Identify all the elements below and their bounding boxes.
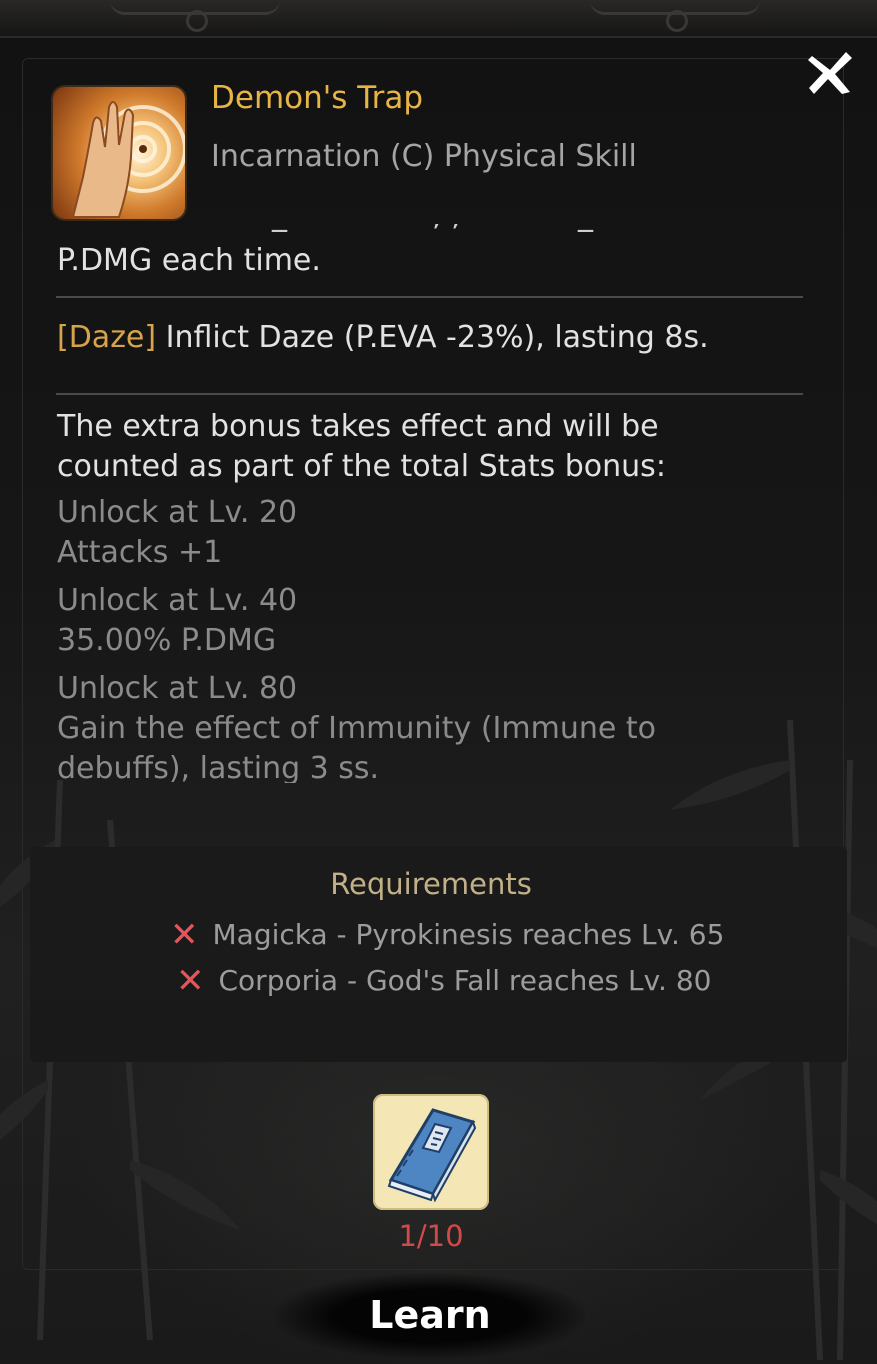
background-top-strip [0, 0, 877, 40]
description-partial-line: P.DMG each time. [57, 243, 321, 278]
daze-text: Inflict Daze (P.EVA -23%), lasting 8s. [156, 320, 709, 355]
requirement-text: Corporia - God's Fall reaches Lv. 80 [218, 964, 712, 997]
daze-tag: [Daze] [57, 320, 157, 355]
unlock-level: Unlock at Lv. 40 [57, 583, 298, 618]
panel-frame [22, 58, 844, 1270]
hanging-ring [666, 10, 688, 32]
unlock-effect: debuffs), lasting 3 ss. [57, 751, 380, 783]
learn-button-label: Learn [369, 1293, 491, 1337]
skill-name: Demon's Trap [211, 80, 424, 116]
close-button[interactable] [806, 48, 856, 98]
clipped-text-fragments: _, ,_ [0, 224, 877, 234]
hand-vortex-icon [71, 101, 185, 218]
bonus-intro-line2: counted as part of the total Stats bonus… [57, 449, 666, 484]
unlock-effect: 35.00% P.DMG [57, 623, 277, 658]
divider [56, 393, 803, 395]
requirements-title: Requirements [330, 867, 532, 901]
requirement-item: ✕ Corporia - God's Fall reaches Lv. 80 [176, 961, 711, 1001]
divider [56, 296, 803, 298]
daze-effect-line: [Daze] Inflict Daze (P.EVA -23%), lastin… [57, 318, 709, 358]
bonus-intro-line1: The extra bonus takes effect and will be [57, 409, 659, 444]
book-count: 1/10 [398, 1219, 464, 1253]
requirement-item: ✕ Magicka - Pyrokinesis reaches Lv. 65 [170, 915, 724, 955]
unlock-level: Unlock at Lv. 20 [57, 495, 298, 530]
learn-button[interactable]: Learn [275, 1270, 585, 1362]
unlock-level: Unlock at Lv. 80 [57, 671, 298, 706]
skill-type: Incarnation (C) Physical Skill [211, 139, 637, 174]
unlock-effect: Gain the effect of Immunity (Immune to [57, 711, 656, 746]
unlock-effect: Attacks +1 [57, 535, 223, 570]
skill-book-item[interactable] [373, 1094, 489, 1210]
skill-icon [53, 87, 185, 219]
close-icon [808, 52, 852, 94]
unmet-x-icon: ✕ [176, 961, 205, 1001]
requirement-text: Magicka - Pyrokinesis reaches Lv. 65 [212, 918, 725, 951]
skill-book-icon [387, 1108, 477, 1203]
hanging-ring [186, 10, 208, 32]
unmet-x-icon: ✕ [170, 915, 199, 955]
